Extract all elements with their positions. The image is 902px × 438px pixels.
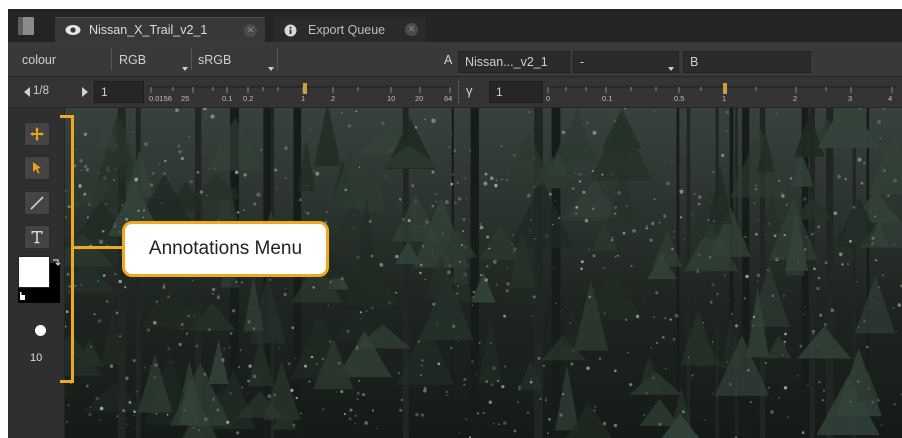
close-tab-icon[interactable]: ✕ (405, 23, 418, 36)
compare-mode-select[interactable]: - (573, 51, 679, 73)
line-draw-icon (30, 196, 44, 210)
gain-tick-label: 10 (387, 94, 395, 102)
move-cross-icon (30, 127, 44, 141)
prev-frame-icon[interactable] (24, 87, 30, 97)
eye-icon (65, 24, 81, 36)
channel-label[interactable]: colour (22, 53, 56, 67)
pan-tool-button[interactable] (24, 122, 50, 146)
gain-tick-label: 20 (415, 94, 423, 102)
gamma-tick-label: 4 (888, 94, 892, 102)
next-frame-icon[interactable] (82, 87, 88, 97)
annotation-bracket (60, 115, 74, 383)
tab-export-queue[interactable]: Export Queue ✕ (274, 17, 426, 42)
gain-tick-label: 2 (331, 94, 335, 102)
chevron-down-icon[interactable] (668, 67, 674, 71)
callout-connector (74, 246, 124, 249)
gamma-tick-label: 0 (546, 94, 550, 102)
gain-slider-handle[interactable] (303, 83, 307, 94)
chevron-down-icon[interactable] (182, 67, 188, 71)
gamma-slider[interactable]: 0 0.1 0.5 1 2 3 4 (546, 82, 898, 102)
gain-tick-label: 0.2 (243, 94, 253, 102)
annotations-menu-callout: Annotations Menu (122, 221, 329, 277)
default-colors-icon[interactable] (19, 291, 29, 301)
gamma-slider-handle[interactable] (723, 83, 727, 94)
viewer-toolbar: colour RGB sRGB A Nissan..._v2_1 - B (8, 42, 902, 77)
gain-slider[interactable]: 0.0156 25 0.1 0.2 1 2 10 20 64 (148, 82, 458, 102)
lut-select[interactable]: sRGB (198, 53, 231, 67)
gamma-tick-label: 1 (722, 94, 726, 102)
gain-ticks (150, 87, 451, 93)
text-tool-button[interactable] (24, 225, 50, 249)
gamma-label: γ (466, 83, 473, 98)
gain-tick-label: 1 (301, 94, 305, 102)
gain-tick-label: 0.0156 (149, 94, 172, 102)
gamma-tick-label: 0.1 (602, 94, 612, 102)
gain-tick-label: 0.1 (222, 94, 232, 102)
divider (458, 81, 459, 103)
gain-gamma-toolbar: 1/8 1 0.0156 25 0.1 0.2 1 2 10 20 64 γ 1… (8, 77, 902, 108)
gamma-input[interactable]: 1 (489, 81, 543, 103)
input-a-letter: A (444, 53, 453, 67)
gamma-tick-label: 0.5 (674, 94, 684, 102)
annotations-toolbar: 10 (8, 108, 65, 438)
tab-bar: Nissan_X_Trail_v2_1 ✕ Export Queue ✕ (8, 9, 902, 42)
tab-label: Nissan_X_Trail_v2_1 (89, 23, 208, 37)
callout-text: Annotations Menu (148, 238, 303, 259)
brush-size-value: 10 (30, 352, 43, 364)
tab-nissan-x-trail[interactable]: Nissan_X_Trail_v2_1 ✕ (55, 17, 265, 42)
select-tool-button[interactable] (24, 156, 50, 180)
input-b-letter: B (690, 55, 699, 69)
line-tool-button[interactable] (24, 191, 50, 215)
info-icon (284, 24, 300, 36)
gain-tick-label: 25 (181, 94, 189, 102)
divider (277, 48, 278, 70)
gamma-tick-label: 2 (793, 94, 797, 102)
close-tab-icon[interactable]: ✕ (244, 23, 257, 37)
chevron-down-icon[interactable] (268, 67, 274, 71)
frame-counter: 1/8 (33, 85, 49, 97)
gamma-tick-label: 3 (848, 94, 852, 102)
text-tool-icon (31, 231, 43, 244)
gain-input[interactable]: 1 (94, 81, 144, 103)
gain-tick-label: 64 (444, 94, 452, 102)
colorspace-select[interactable]: RGB (119, 53, 146, 67)
brush-size-indicator[interactable] (35, 325, 46, 336)
tab-label: Export Queue (308, 22, 386, 37)
divider (191, 48, 192, 70)
gamma-ticks (547, 87, 893, 93)
panel-menu-handle[interactable] (18, 17, 34, 35)
input-b-select[interactable]: B (683, 51, 811, 73)
cursor-arrow-icon (33, 162, 41, 174)
foreground-color-swatch[interactable] (18, 256, 50, 288)
input-a-select[interactable]: Nissan..._v2_1 (458, 51, 570, 73)
divider (111, 48, 112, 70)
